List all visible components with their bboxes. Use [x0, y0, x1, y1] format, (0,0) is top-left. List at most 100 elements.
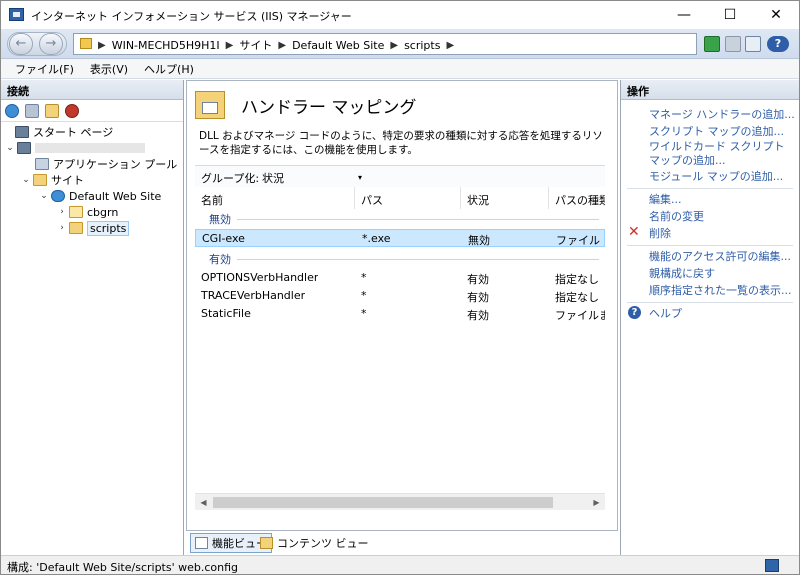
group-header-enabled[interactable]: 有効	[195, 251, 605, 267]
table-row[interactable]: StaticFile * 有効 ファイルまた	[195, 305, 605, 323]
actions-divider	[627, 302, 793, 303]
cell-path-type: ファイル	[556, 234, 600, 247]
content-view-icon	[260, 537, 273, 549]
breadcrumb-default-site[interactable]: Default Web Site	[292, 39, 384, 52]
redacted-server-name	[35, 143, 145, 153]
collapsed-chevron-icon[interactable]: ›	[57, 207, 67, 217]
cell-state: 有効	[467, 291, 489, 304]
action-revert-to-parent[interactable]: 親構成に戻す	[649, 267, 715, 281]
action-edit[interactable]: 編集...	[649, 193, 682, 207]
actions-header: 操作	[621, 80, 799, 100]
handler-mappings-grid: 名前 ^ パス 状況 パスの種類 無効 CGI-exe *.exe 無効 ファイ…	[195, 187, 605, 437]
tree-item-scripts[interactable]: › scripts	[57, 220, 130, 236]
tree-item-server[interactable]: ⌄	[5, 140, 145, 156]
tree-item-cbgrn[interactable]: › cbgrn	[57, 204, 118, 220]
minimize-button[interactable]: —	[661, 1, 707, 29]
action-delete[interactable]: 削除	[649, 227, 671, 241]
action-add-module-map[interactable]: モジュール マップの追加...	[649, 170, 783, 184]
refresh-icon[interactable]	[704, 36, 720, 52]
cell-path-type: 指定なし	[555, 291, 599, 304]
tree-item-label: サイト	[51, 174, 84, 187]
group-by-bar: グループ化: 状況 ▾	[195, 165, 605, 187]
menu-file[interactable]: ファイル(F)	[9, 60, 80, 78]
tree-item-start-page[interactable]: スタート ページ	[13, 124, 113, 140]
breadcrumb-sites[interactable]: サイト	[239, 37, 272, 53]
action-add-managed-handler[interactable]: マネージ ハンドラーの追加...	[649, 108, 795, 122]
action-edit-feature-permissions[interactable]: 機能のアクセス許可の編集...	[649, 250, 791, 264]
table-row[interactable]: CGI-exe *.exe 無効 ファイル	[195, 229, 605, 247]
expanded-chevron-icon[interactable]: ⌄	[5, 143, 15, 153]
menu-view[interactable]: 表示(V)	[84, 60, 134, 78]
column-header-name[interactable]: 名前	[195, 187, 355, 209]
expanded-chevron-icon[interactable]: ⌄	[39, 191, 49, 201]
connect-icon[interactable]	[5, 103, 19, 118]
tree-item-app-pools[interactable]: アプリケーション プール	[33, 156, 177, 172]
column-header-path[interactable]: パス	[355, 187, 461, 209]
globe-icon	[51, 190, 65, 202]
forward-button[interactable]: →	[39, 33, 63, 55]
action-help[interactable]: ヘルプ	[649, 307, 682, 321]
collapsed-chevron-icon[interactable]: ›	[57, 223, 67, 233]
disconnect-icon[interactable]	[65, 103, 79, 118]
back-button[interactable]: ←	[9, 33, 33, 55]
home-icon[interactable]	[745, 36, 761, 52]
group-by-select[interactable]: 状況 ▾	[257, 168, 367, 186]
sites-folder-icon	[33, 174, 47, 186]
cell-path: *	[361, 289, 367, 302]
breadcrumb-scripts[interactable]: scripts	[404, 39, 440, 52]
tree-item-sites[interactable]: ⌄ サイト	[21, 172, 84, 188]
tab-content-view[interactable]: コンテンツ ビュー	[256, 533, 373, 553]
stop-icon[interactable]	[725, 36, 741, 52]
menu-help[interactable]: ヘルプ(H)	[138, 60, 200, 78]
scroll-right-icon[interactable]: ▶	[588, 494, 605, 511]
expanded-chevron-icon[interactable]: ⌄	[21, 175, 31, 185]
up-folder-icon[interactable]	[45, 103, 59, 118]
start-page-icon	[15, 126, 29, 138]
view-tabs: 機能ビュー コンテンツ ビュー	[186, 531, 618, 555]
help-icon: ?	[628, 306, 641, 319]
address-box[interactable]: ▶ WIN-MECHD5H9H1I ▶ サイト ▶ Default Web Si…	[73, 33, 697, 55]
scroll-left-icon[interactable]: ◀	[195, 494, 212, 511]
breadcrumb-separator-icon: ▶	[390, 39, 399, 51]
breadcrumb-server[interactable]: WIN-MECHD5H9H1I	[112, 39, 220, 52]
address-bar-row: ← → ▶ WIN-MECHD5H9H1I ▶ サイト ▶ Default We…	[1, 29, 799, 59]
table-row[interactable]: TRACEVerbHandler * 有効 指定なし	[195, 287, 605, 305]
action-view-ordered-list[interactable]: 順序指定された一覧の表示...	[649, 284, 792, 298]
feature-description: DLL およびマネージ コードのように、特定の要求の種類に対する応答を処理するリ…	[199, 130, 603, 156]
breadcrumb-separator-icon: ▶	[446, 39, 455, 51]
group-header-disabled[interactable]: 無効	[195, 211, 605, 227]
cell-state: 有効	[467, 309, 489, 322]
actions-divider	[627, 188, 793, 189]
help-icon[interactable]: ?	[767, 36, 789, 52]
maximize-button[interactable]: ☐	[707, 1, 753, 29]
column-header-path-type[interactable]: パスの種類	[549, 187, 605, 209]
breadcrumb: ▶ WIN-MECHD5H9H1I ▶ サイト ▶ Default Web Si…	[98, 37, 454, 53]
save-icon[interactable]	[25, 103, 39, 118]
actions-divider	[627, 245, 793, 246]
scroll-thumb[interactable]	[213, 497, 553, 508]
cell-name: OPTIONSVerbHandler	[201, 271, 319, 284]
cell-path-type: ファイルまた	[555, 309, 605, 322]
group-by-label: グループ化:	[201, 172, 260, 185]
cell-name: StaticFile	[201, 307, 251, 320]
connections-toolbar	[1, 100, 183, 122]
tree-item-label: Default Web Site	[69, 189, 162, 203]
horizontal-scrollbar[interactable]: ◀ ▶	[195, 493, 605, 510]
tree-item-label: cbgrn	[87, 205, 119, 219]
tree-item-default-site[interactable]: ⌄ Default Web Site	[39, 188, 161, 204]
group-by-value: 状況	[262, 172, 284, 185]
page-title: ハンドラー マッピング	[241, 98, 417, 118]
status-text: 構成: 'Default Web Site/scripts' web.confi…	[7, 561, 239, 574]
tree-item-label: アプリケーション プール	[53, 158, 178, 171]
action-rename[interactable]: 名前の変更	[649, 210, 704, 224]
close-button[interactable]: ✕	[753, 1, 799, 29]
cell-state: 無効	[468, 234, 490, 247]
address-folder-icon	[80, 38, 92, 49]
breadcrumb-separator-icon: ▶	[225, 39, 234, 51]
window-title: インターネット インフォメーション サービス (IIS) マネージャー	[31, 10, 352, 23]
action-add-script-map[interactable]: スクリプト マップの追加...	[649, 125, 784, 139]
table-row[interactable]: OPTIONSVerbHandler * 有効 指定なし	[195, 269, 605, 287]
action-add-wildcard-script-map[interactable]: ワイルドカード スクリプト マップの追加...	[649, 140, 795, 168]
column-header-state[interactable]: 状況	[461, 187, 549, 209]
iis-manager-window: インターネット インフォメーション サービス (IIS) マネージャー — ☐ …	[0, 0, 800, 575]
